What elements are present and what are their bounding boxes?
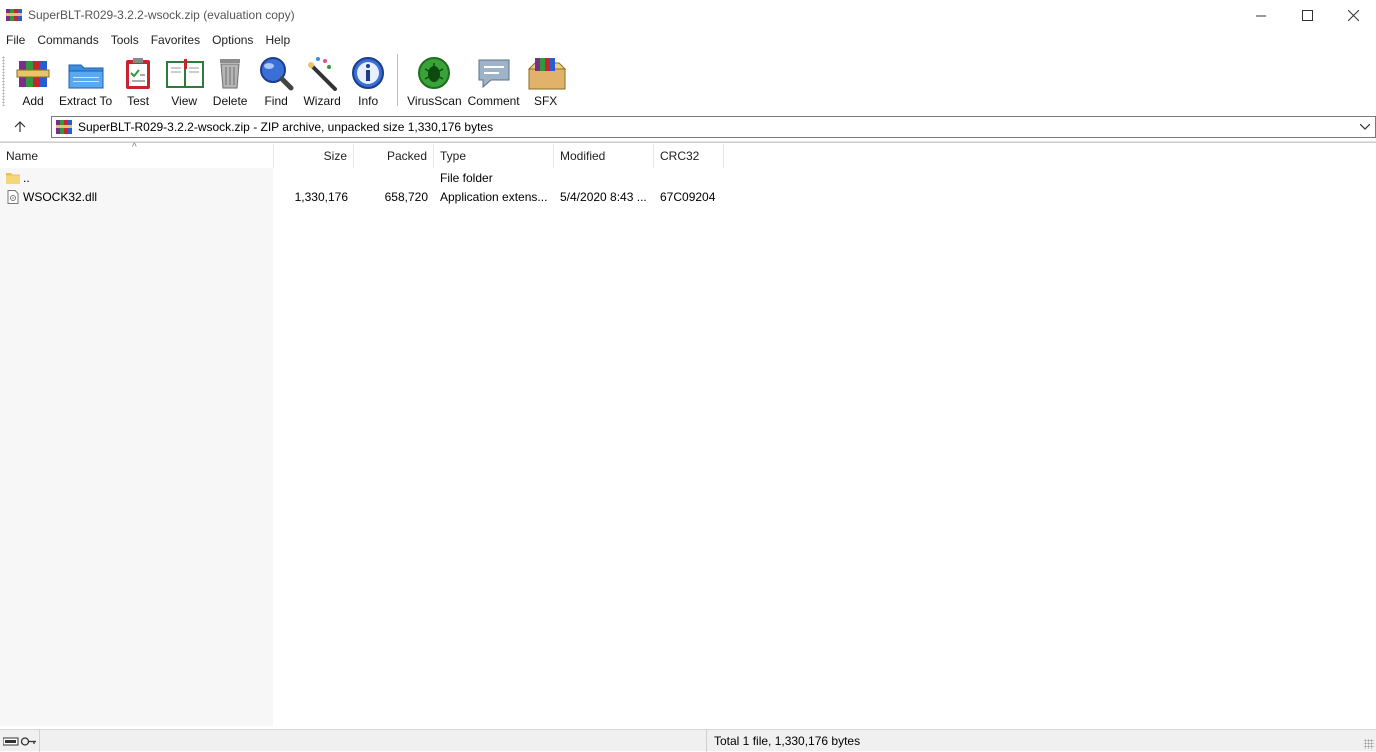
column-type-label: Type (440, 149, 467, 163)
row-modified (554, 168, 654, 187)
row-type: File folder (440, 170, 493, 185)
view-book-icon (166, 59, 205, 88)
folder-icon (6, 172, 20, 184)
row-type: Application extens... (440, 189, 548, 204)
table-row[interactable]: .. File folder (0, 168, 1376, 187)
name-column-background (0, 168, 273, 726)
winrar-app-icon[interactable] (6, 7, 22, 23)
archive-icon (56, 119, 72, 135)
column-crc-label: CRC32 (660, 149, 700, 163)
virusscan-button[interactable]: VirusScan (404, 52, 464, 110)
column-packed-label: Packed (386, 149, 427, 163)
virus-scan-icon (418, 57, 451, 89)
row-packed (354, 168, 434, 187)
delete-label: Delete (212, 94, 248, 108)
status-bar: Total 1 file, 1,330,176 bytes (0, 729, 1376, 752)
column-header-size[interactable]: Size (274, 144, 354, 168)
table-row[interactable]: WSOCK32.dll 1,330,176 658,720 Applicatio… (0, 187, 1376, 206)
extract-folder-icon (68, 64, 104, 89)
info-label: Info (358, 94, 379, 108)
magic-wand-icon (308, 57, 338, 91)
column-modified-label: Modified (560, 149, 606, 163)
dll-file-icon (7, 189, 19, 204)
wizard-button[interactable]: Wizard (299, 52, 345, 110)
sfx-label: SFX (533, 94, 558, 108)
address-text: SuperBLT-R029-3.2.2-wsock.zip - ZIP arch… (78, 120, 494, 134)
column-header-name[interactable]: Name ^ (0, 142, 274, 168)
find-label: Find (264, 94, 288, 108)
menu-options[interactable]: Options (206, 33, 259, 47)
comment-button[interactable]: Comment (465, 52, 523, 110)
column-size-label: Size (323, 149, 347, 163)
magnifier-icon (260, 57, 294, 91)
menu-bar: File Commands Tools Favorites Options He… (0, 30, 1376, 50)
menu-file[interactable]: File (0, 33, 31, 47)
row-size (274, 168, 354, 187)
view-label: View (171, 94, 198, 108)
address-row: SuperBLT-R029-3.2.2-wsock.zip - ZIP arch… (0, 114, 1376, 140)
comment-label: Comment (467, 94, 520, 108)
add-button[interactable]: Add (10, 52, 56, 110)
toolbar: Add Extract To Test View Delete Find Wiz… (0, 52, 1376, 112)
row-modified: 5/4/2020 8:43 ... (560, 189, 647, 204)
window-title: SuperBLT-R029-3.2.2-wsock.zip (evaluatio… (28, 8, 295, 22)
sfx-button[interactable]: SFX (523, 52, 569, 110)
wizard-label: Wizard (303, 94, 341, 108)
test-clipboard-icon (126, 58, 151, 89)
row-crc: 67C09204 (660, 189, 716, 204)
maximize-button[interactable] (1284, 0, 1330, 30)
address-combobox[interactable]: SuperBLT-R029-3.2.2-wsock.zip - ZIP arch… (51, 116, 1376, 138)
row-crc (654, 168, 724, 187)
menu-tools[interactable]: Tools (105, 33, 145, 47)
menu-favorites[interactable]: Favorites (145, 33, 206, 47)
column-header-packed[interactable]: Packed (354, 144, 434, 168)
drive-key-icon[interactable] (3, 735, 37, 747)
delete-button[interactable]: Delete (207, 52, 253, 110)
column-header-modified[interactable]: Modified (554, 144, 654, 168)
row-size: 1,330,176 (294, 189, 348, 204)
sort-ascending-icon: ^ (132, 142, 137, 153)
address-divider (0, 141, 1376, 143)
up-folder-button[interactable] (0, 114, 40, 140)
view-button[interactable]: View (161, 52, 207, 110)
maximize-icon (1301, 9, 1313, 21)
info-icon (352, 57, 385, 89)
arrow-up-icon (14, 121, 26, 132)
chevron-down-icon (1360, 124, 1370, 130)
address-dropdown-button[interactable] (1357, 119, 1373, 135)
resize-grip[interactable] (1364, 739, 1374, 749)
file-list[interactable]: Name ^ Size Packed Type Modified CRC32 .… (0, 142, 1376, 726)
column-header-type[interactable]: Type (434, 144, 554, 168)
column-name-label: Name (6, 149, 39, 163)
minimize-icon (1255, 15, 1266, 16)
toolbar-separator (397, 54, 399, 106)
trash-icon (220, 59, 241, 89)
sfx-box-icon (527, 58, 566, 90)
status-total-text: Total 1 file, 1,330,176 bytes (714, 734, 861, 748)
status-icons (0, 729, 40, 752)
find-button[interactable]: Find (253, 52, 299, 110)
column-header-crc32[interactable]: CRC32 (654, 144, 724, 168)
status-total: Total 1 file, 1,330,176 bytes (706, 730, 860, 752)
add-archive-icon (16, 61, 50, 87)
list-header: Name ^ Size Packed Type Modified CRC32 (0, 142, 1376, 168)
row-name: WSOCK32.dll (23, 189, 98, 204)
close-icon (1347, 9, 1359, 21)
row-packed: 658,720 (384, 189, 428, 204)
add-label: Add (22, 94, 44, 108)
extract-to-button[interactable]: Extract To (56, 52, 115, 110)
minimize-button[interactable] (1238, 0, 1284, 30)
title-bar: SuperBLT-R029-3.2.2-wsock.zip (evaluatio… (0, 0, 1376, 30)
test-label: Test (127, 94, 150, 108)
menu-commands[interactable]: Commands (31, 33, 104, 47)
comment-icon (478, 59, 510, 89)
close-button[interactable] (1330, 0, 1376, 30)
info-button[interactable]: Info (345, 52, 391, 110)
row-name: .. (23, 170, 30, 185)
test-button[interactable]: Test (115, 52, 161, 110)
extract-to-label: Extract To (59, 94, 113, 108)
menu-help[interactable]: Help (259, 33, 296, 47)
virusscan-label: VirusScan (407, 94, 462, 108)
